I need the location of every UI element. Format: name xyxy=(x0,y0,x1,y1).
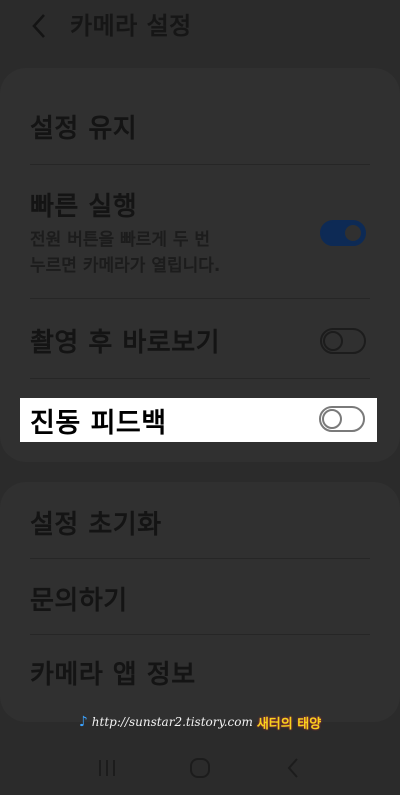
setting-title: 설정 초기화 xyxy=(30,510,162,540)
toggle-knob xyxy=(323,331,343,351)
watermark-url: http://sunstar2.tistory.com xyxy=(91,715,253,729)
setting-vibration-feedback[interactable]: 진동 피드백 xyxy=(20,398,377,442)
setting-review-after-capture[interactable]: 촬영 후 바로보기 xyxy=(30,322,370,359)
vibration-feedback-toggle[interactable] xyxy=(319,406,365,432)
setting-title: 설정 유지 xyxy=(30,114,138,144)
setting-about-camera[interactable]: 카메라 앱 정보 xyxy=(30,654,370,691)
description-line: 누르면 카메라가 열립니다. xyxy=(30,256,221,276)
recent-apps-icon xyxy=(98,759,115,776)
divider xyxy=(30,298,370,299)
home-button[interactable] xyxy=(180,748,220,788)
setting-contact-us[interactable]: 문의하기 xyxy=(30,580,370,617)
divider xyxy=(30,634,370,635)
toggle-knob xyxy=(322,409,342,429)
app-bar: 카메라 설정 xyxy=(0,0,400,54)
setting-title: 카메라 앱 정보 xyxy=(30,660,196,690)
divider xyxy=(30,558,370,559)
setting-title: 촬영 후 바로보기 xyxy=(30,328,221,358)
setting-title: 빠른 실행 xyxy=(30,192,138,222)
navigation-bar xyxy=(0,740,400,795)
setting-title: 문의하기 xyxy=(30,586,128,616)
back-icon xyxy=(287,757,299,778)
back-button[interactable] xyxy=(24,8,54,44)
review-after-capture-toggle[interactable] xyxy=(320,328,366,354)
chevron-left-icon xyxy=(32,14,45,38)
watermark: ♪ http://sunstar2.tistory.com 새터의 태양 xyxy=(0,710,400,734)
quick-launch-toggle[interactable] xyxy=(320,220,366,246)
divider xyxy=(30,378,370,379)
recent-apps-button[interactable] xyxy=(87,748,127,788)
settings-card-secondary: 설정 초기화 문의하기 카메라 앱 정보 xyxy=(0,482,400,722)
description-line: 전원 버튼을 빠르게 두 번 xyxy=(30,230,211,250)
nav-back-button[interactable] xyxy=(273,748,313,788)
setting-reset[interactable]: 설정 초기화 xyxy=(30,504,370,541)
setting-keep-settings[interactable]: 설정 유지 xyxy=(30,108,370,145)
watermark-brand: 새터의 태양 xyxy=(256,716,322,732)
setting-description: 전원 버튼을 빠르게 두 번 누르면 카메라가 열립니다. xyxy=(30,227,370,279)
toggle-knob xyxy=(343,223,363,243)
music-note-icon: ♪ xyxy=(78,714,88,730)
setting-quick-launch[interactable]: 빠른 실행 전원 버튼을 빠르게 두 번 누르면 카메라가 열립니다. xyxy=(30,186,370,279)
setting-title: 진동 피드백 xyxy=(30,408,167,439)
page-title: 카메라 설정 xyxy=(70,12,192,40)
divider xyxy=(30,164,370,165)
home-icon xyxy=(189,757,210,778)
